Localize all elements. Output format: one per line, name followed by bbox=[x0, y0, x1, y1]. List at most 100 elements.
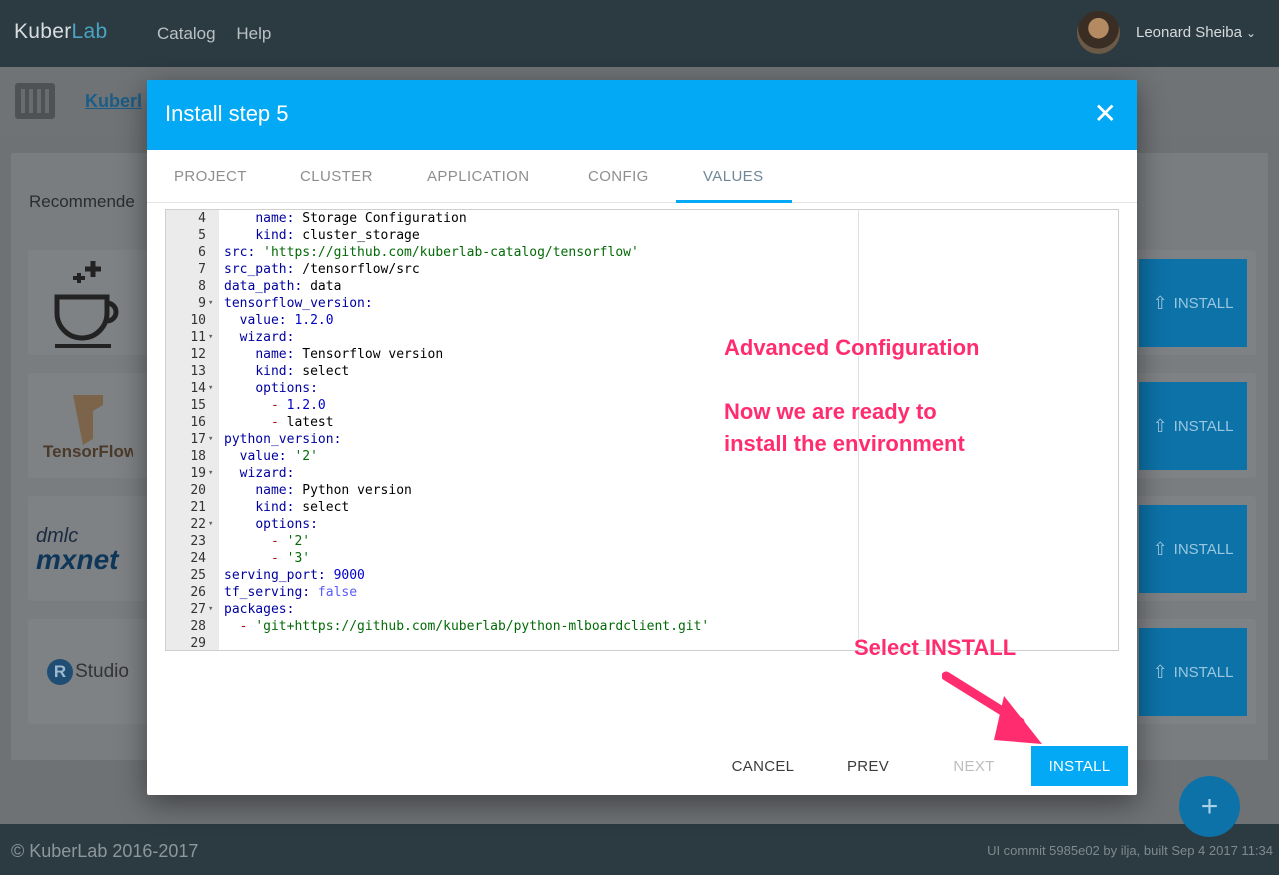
line-number: 27 bbox=[190, 602, 206, 617]
code-text: kind: select bbox=[255, 500, 350, 515]
card-install-button[interactable]: ⇧ INSTALL bbox=[1139, 628, 1247, 716]
code-text: kind: select bbox=[255, 364, 350, 379]
add-button[interactable]: + bbox=[1179, 776, 1240, 837]
brand-part-1: Kuber bbox=[14, 20, 72, 43]
nav-help[interactable]: Help bbox=[236, 24, 271, 43]
line-number: 21 bbox=[190, 500, 206, 515]
line-number: 9 bbox=[198, 296, 206, 311]
code-text: options: bbox=[255, 517, 318, 532]
line-number: 12 bbox=[190, 347, 206, 362]
nav-catalog[interactable]: Catalog bbox=[157, 24, 216, 43]
copyright: © KuberLab 2016-2017 bbox=[11, 841, 199, 861]
code-text: src_path: /tensorflow/src bbox=[224, 262, 420, 277]
code-text: python_version: bbox=[224, 432, 342, 447]
install-button[interactable]: INSTALL bbox=[1031, 746, 1128, 786]
card-install-button[interactable]: ⇧ INSTALL bbox=[1139, 505, 1247, 593]
prev-button[interactable]: PREV bbox=[833, 746, 903, 786]
annotation-select-install: Select INSTALL bbox=[854, 635, 1017, 660]
tab-bar: PROJECT CLUSTER APPLICATION CONFIG VALUE… bbox=[147, 150, 1137, 203]
code-text: options: bbox=[255, 381, 318, 396]
pointer-arrow-icon bbox=[942, 671, 1042, 744]
upload-icon: ⇧ bbox=[1152, 538, 1168, 559]
coffee-icon bbox=[28, 250, 148, 355]
code-text: - 'git+https://github.com/kuberlab/pytho… bbox=[239, 619, 710, 634]
line-number: 14 bbox=[190, 381, 206, 396]
building-icon bbox=[15, 83, 55, 119]
upload-icon: ⇧ bbox=[1152, 415, 1168, 436]
yaml-editor[interactable]: 4 name: Storage Configuration 5 kind: clu… bbox=[165, 209, 1119, 651]
annotation-line-1: Now we are ready to bbox=[724, 399, 937, 424]
code-text: tf_serving: false bbox=[224, 585, 358, 600]
line-number: 26 bbox=[190, 585, 206, 600]
fold-toggle-icon[interactable]: ▾ bbox=[208, 431, 213, 448]
footer: © KuberLab 2016-2017 UI commit 5985e02 b… bbox=[0, 824, 1279, 875]
recommended-title: Recommende bbox=[29, 192, 135, 211]
card-install-label: INSTALL bbox=[1173, 417, 1234, 435]
modal-header: Install step 5 ✕ bbox=[147, 80, 1137, 150]
line-number: 18 bbox=[190, 449, 206, 464]
card-install-button[interactable]: ⇧ INSTALL bbox=[1139, 382, 1247, 470]
annotation-title: Advanced Configuration bbox=[724, 335, 980, 360]
fold-toggle-icon[interactable]: ▾ bbox=[208, 295, 213, 312]
brand-part-2: Lab bbox=[71, 20, 108, 43]
breadcrumb[interactable]: Kuberl bbox=[85, 91, 142, 112]
chevron-down-icon: ⌄ bbox=[1245, 26, 1256, 40]
code-text: name: Python version bbox=[255, 483, 412, 498]
fold-toggle-icon[interactable]: ▾ bbox=[208, 465, 213, 482]
fold-toggle-icon[interactable]: ▾ bbox=[208, 601, 213, 618]
code-text: - '2' bbox=[270, 534, 311, 549]
line-number: 17 bbox=[190, 432, 206, 447]
commit-info: UI commit 5985e02 by ilja, built Sep 4 2… bbox=[987, 843, 1273, 858]
active-tab-indicator bbox=[676, 200, 792, 203]
code-text: name: Storage Configuration bbox=[255, 211, 467, 226]
tab-values[interactable]: VALUES bbox=[703, 168, 763, 185]
avatar[interactable] bbox=[1077, 11, 1120, 54]
plus-icon: + bbox=[1200, 789, 1219, 823]
print-margin bbox=[858, 210, 859, 650]
user-menu[interactable]: Leonard Sheiba ⌄ bbox=[1136, 24, 1256, 41]
close-icon[interactable]: ✕ bbox=[1094, 100, 1117, 128]
line-number: 23 bbox=[190, 534, 206, 549]
code-text: name: Tensorflow version bbox=[255, 347, 444, 362]
line-number: 13 bbox=[190, 364, 206, 379]
line-number: 20 bbox=[190, 483, 206, 498]
tensorflow-logo: TensorFlow bbox=[28, 373, 148, 478]
code-text: serving_port: 9000 bbox=[224, 568, 365, 583]
tab-application[interactable]: APPLICATION bbox=[427, 168, 529, 185]
line-number: 24 bbox=[190, 551, 206, 566]
card-install-label: INSTALL bbox=[1173, 294, 1234, 312]
line-number: 15 bbox=[190, 398, 206, 413]
rstudio-logo: R Studio bbox=[28, 619, 148, 724]
cancel-button[interactable]: CANCEL bbox=[718, 746, 808, 786]
line-number: 19 bbox=[190, 466, 206, 481]
top-nav: Catalog Help bbox=[157, 24, 287, 44]
line-number: 10 bbox=[190, 313, 206, 328]
tab-project[interactable]: PROJECT bbox=[174, 168, 247, 185]
line-number: 4 bbox=[198, 211, 206, 226]
line-number: 25 bbox=[190, 568, 206, 583]
tab-cluster[interactable]: CLUSTER bbox=[300, 168, 373, 185]
line-number: 22 bbox=[190, 517, 206, 532]
code-text: value: 1.2.0 bbox=[239, 313, 334, 328]
code-text: - latest bbox=[270, 415, 334, 430]
mxnet-wordmark: mxnet bbox=[36, 544, 119, 575]
tab-config[interactable]: CONFIG bbox=[588, 168, 649, 185]
code-text: wizard: bbox=[239, 330, 295, 345]
code-text: - '3' bbox=[270, 551, 311, 566]
upload-icon: ⇧ bbox=[1152, 661, 1168, 682]
line-number: 5 bbox=[198, 228, 206, 243]
card-install-button[interactable]: ⇧ INSTALL bbox=[1139, 259, 1247, 347]
code-text: src: 'https://github.com/kuberlab-catalo… bbox=[224, 245, 639, 260]
code-text: tensorflow_version: bbox=[224, 296, 373, 311]
upload-icon: ⇧ bbox=[1152, 292, 1168, 313]
tensorflow-wordmark: TensorFlow bbox=[43, 442, 133, 461]
fold-toggle-icon[interactable]: ▾ bbox=[208, 329, 213, 346]
fold-toggle-icon[interactable]: ▾ bbox=[208, 516, 213, 533]
line-number: 7 bbox=[198, 262, 206, 277]
install-modal: Install step 5 ✕ PROJECT CLUSTER APPLICA… bbox=[147, 80, 1137, 795]
brand-logo[interactable]: KuberLab bbox=[14, 20, 108, 44]
next-button[interactable]: NEXT bbox=[938, 746, 1010, 786]
fold-toggle-icon[interactable]: ▾ bbox=[208, 380, 213, 397]
code-text: kind: cluster_storage bbox=[255, 228, 420, 243]
code-text: - 1.2.0 bbox=[270, 398, 326, 413]
